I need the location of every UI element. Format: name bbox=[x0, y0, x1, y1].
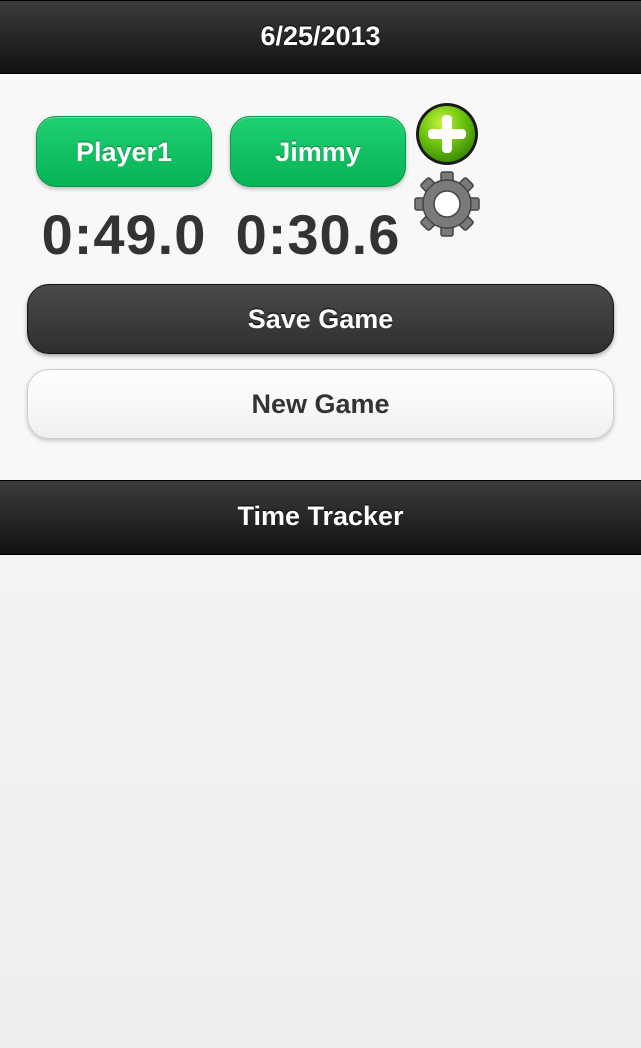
new-game-button[interactable]: New Game bbox=[27, 369, 614, 439]
settings-gear-icon[interactable] bbox=[414, 171, 480, 237]
new-game-label: New Game bbox=[251, 389, 390, 419]
player-timer-1: 0:49.0 bbox=[41, 203, 207, 266]
save-game-label: Save Game bbox=[247, 304, 394, 334]
date-header: 6/25/2013 bbox=[0, 0, 641, 74]
save-game-button[interactable]: Save Game bbox=[27, 284, 614, 354]
plus-circle-icon bbox=[416, 103, 478, 165]
time-tracker-title: Time Tracker bbox=[237, 501, 404, 531]
time-tracker-bar: Time Tracker bbox=[0, 480, 641, 555]
player-button-2[interactable]: Jimmy bbox=[230, 116, 406, 187]
gear-icon bbox=[414, 171, 480, 237]
player-name-1: Player1 bbox=[75, 137, 173, 167]
player-button-1[interactable]: Player1 bbox=[36, 116, 212, 187]
date-title: 6/25/2013 bbox=[260, 21, 381, 51]
add-player-icon[interactable] bbox=[414, 101, 480, 167]
player-timer-2: 0:30.6 bbox=[235, 203, 401, 266]
player-name-2: Jimmy bbox=[275, 137, 361, 167]
